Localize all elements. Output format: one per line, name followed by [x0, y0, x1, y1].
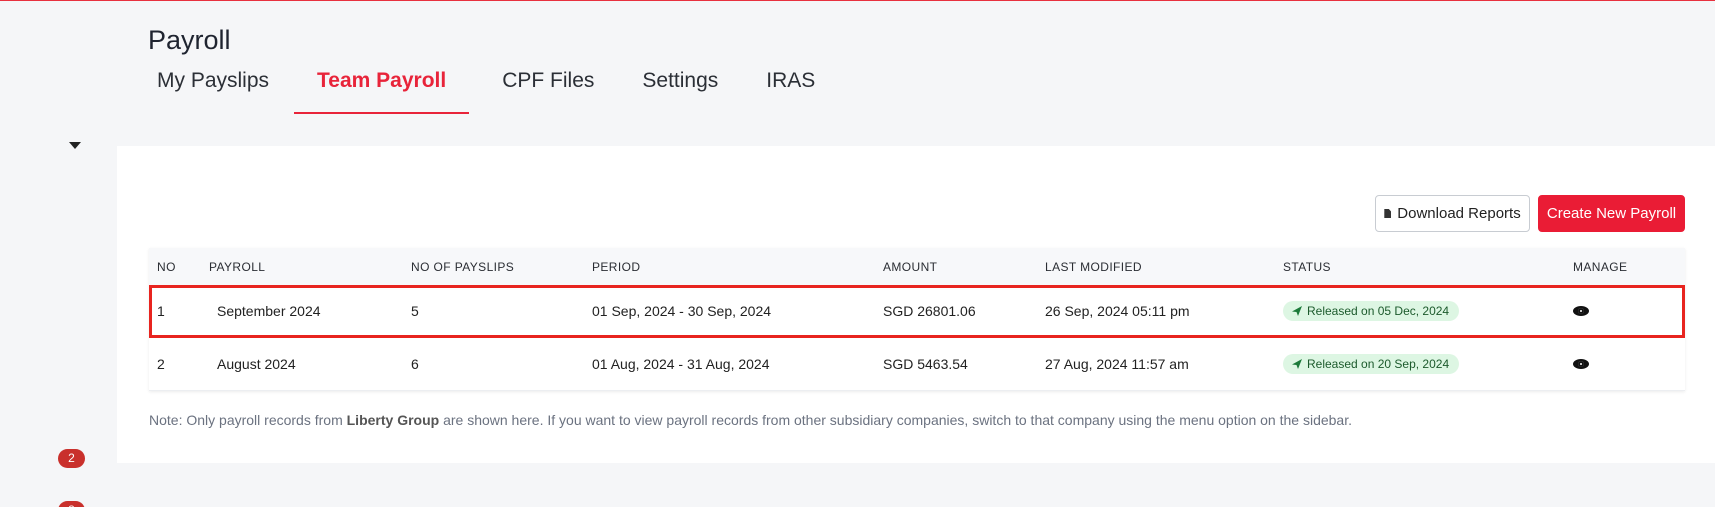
row-payslips: 5: [411, 303, 419, 319]
header-status: STATUS: [1283, 259, 1331, 274]
tab-my-payslips[interactable]: My Payslips: [148, 67, 278, 114]
header-manage: MANAGE: [1573, 259, 1628, 274]
row-period: 01 Sep, 2024 - 30 Sep, 2024: [592, 303, 772, 319]
row-payroll: September 2024: [217, 303, 321, 319]
note-prefix: Note: Only payroll records from: [149, 412, 347, 428]
row-amount: SGD 26801.06: [883, 303, 976, 319]
header-period: PERIOD: [592, 259, 641, 274]
table-row[interactable]: 1 September 2024 5 01 Sep, 2024 - 30 Sep…: [149, 285, 1685, 338]
row-no: 1: [157, 303, 165, 319]
row-payroll: August 2024: [217, 356, 296, 372]
header-amount: AMOUNT: [883, 259, 938, 274]
row-last-modified: 27 Aug, 2024 11:57 am: [1045, 356, 1189, 372]
tab-cpf-files[interactable]: CPF Files: [493, 67, 603, 114]
note-suffix: are shown here. If you want to view payr…: [439, 412, 1352, 428]
create-new-payroll-button[interactable]: Create New Payroll: [1538, 195, 1685, 232]
sidebar-badge: 2: [58, 449, 85, 468]
file-icon: [1384, 209, 1392, 218]
chevron-down-icon[interactable]: [69, 142, 81, 149]
tab-iras[interactable]: IRAS: [757, 67, 824, 114]
sidebar-badge: 8: [58, 501, 85, 507]
send-icon: [1292, 306, 1302, 316]
table-header: NO PAYROLL NO OF PAYSLIPS PERIOD AMOUNT …: [149, 248, 1685, 285]
row-no: 2: [157, 356, 165, 372]
status-text: Released on 20 Sep, 2024: [1307, 357, 1450, 371]
header-payslips: NO OF PAYSLIPS: [411, 259, 515, 274]
company-note: Note: Only payroll records from Liberty …: [149, 412, 1352, 428]
payroll-tabs: My Payslips Team Payroll CPF Files Setti…: [148, 67, 854, 114]
status-badge: Released on 05 Dec, 2024: [1283, 301, 1460, 321]
row-last-modified: 26 Sep, 2024 05:11 pm: [1045, 303, 1190, 319]
tab-team-payroll[interactable]: Team Payroll: [294, 67, 470, 114]
row-amount: SGD 5463.54: [883, 356, 968, 372]
row-payslips: 6: [411, 356, 419, 372]
download-reports-label: Download Reports: [1397, 205, 1521, 222]
download-reports-button[interactable]: Download Reports: [1375, 195, 1530, 232]
eye-icon[interactable]: [1573, 306, 1589, 316]
header-payroll: PAYROLL: [209, 259, 266, 274]
row-period: 01 Aug, 2024 - 31 Aug, 2024: [592, 356, 770, 372]
send-icon: [1292, 359, 1302, 369]
table-row[interactable]: 2 August 2024 6 01 Aug, 2024 - 31 Aug, 2…: [149, 338, 1685, 391]
status-text: Released on 05 Dec, 2024: [1307, 304, 1450, 318]
eye-icon[interactable]: [1573, 359, 1589, 369]
status-badge: Released on 20 Sep, 2024: [1283, 354, 1460, 374]
payroll-table: NO PAYROLL NO OF PAYSLIPS PERIOD AMOUNT …: [149, 248, 1685, 391]
header-last-modified: LAST MODIFIED: [1045, 259, 1142, 274]
page-title: Payroll: [148, 25, 231, 55]
payroll-panel: Download Reports Create New Payroll NO P…: [117, 146, 1715, 463]
tab-settings[interactable]: Settings: [633, 67, 727, 114]
header-no: NO: [157, 259, 176, 274]
view-payroll-button[interactable]: [1573, 303, 1589, 319]
view-payroll-button[interactable]: [1573, 356, 1589, 372]
note-company: Liberty Group: [346, 412, 440, 428]
